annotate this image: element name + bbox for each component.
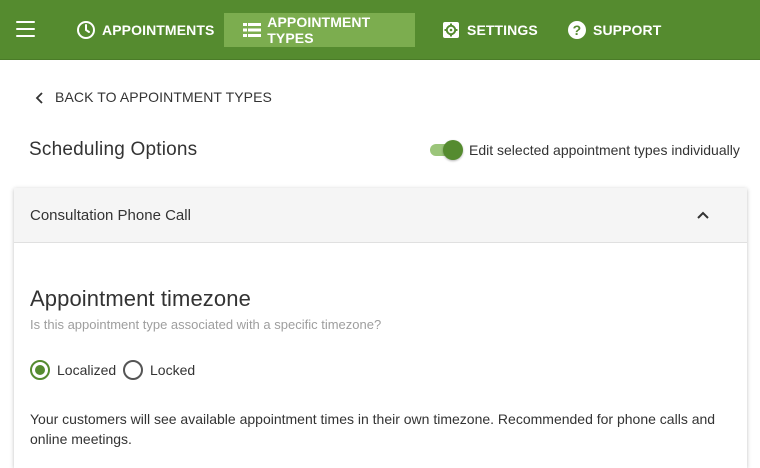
nav-item-settings[interactable]: SETTINGS (441, 13, 538, 47)
card-title: Consultation Phone Call (30, 207, 191, 224)
nav-item-label: SETTINGS (467, 22, 538, 38)
chevron-left-icon (34, 91, 46, 104)
radio-label: Locked (150, 362, 196, 378)
nav-item-appointment-types[interactable]: APPOINTMENT TYPES (224, 13, 415, 47)
toggle-thumb (443, 140, 463, 160)
toggle-label: Edit selected appointment types individu… (469, 142, 740, 158)
timezone-description: Your customers will see available appoin… (30, 411, 716, 447)
gear-icon (441, 20, 461, 40)
radio-circle (123, 360, 143, 380)
radio-circle (30, 360, 50, 380)
timezone-section-title: Appointment timezone (30, 286, 251, 311)
top-nav-bar: APPOINTMENTS APPOINTMENT TYPES SETTINGS … (0, 0, 760, 60)
clock-icon (76, 20, 96, 40)
edit-individually-toggle[interactable] (430, 140, 464, 160)
appointment-type-card: Consultation Phone Call Appointment time… (14, 188, 747, 468)
nav-item-label: SUPPORT (593, 22, 662, 38)
radio-locked[interactable]: Locked (123, 360, 195, 380)
hamburger-menu-icon[interactable] (16, 21, 35, 37)
timezone-section-subtitle: Is this appointment type associated with… (30, 317, 382, 332)
nav-item-support[interactable]: ? SUPPORT (567, 13, 661, 47)
help-icon: ? (567, 20, 587, 40)
back-to-appointment-types-link[interactable]: BACK TO APPOINTMENT TYPES (34, 89, 272, 105)
radio-label: Localized (57, 362, 117, 378)
back-link-label: BACK TO APPOINTMENT TYPES (55, 89, 272, 105)
nav-item-appointments[interactable]: APPOINTMENTS (76, 13, 214, 47)
nav-item-label: APPOINTMENTS (102, 22, 215, 38)
radio-localized[interactable]: Localized (30, 360, 116, 380)
list-icon (242, 20, 261, 40)
card-header[interactable]: Consultation Phone Call (14, 188, 747, 243)
chevron-up-icon[interactable] (696, 208, 710, 222)
nav-item-label: APPOINTMENT TYPES (267, 14, 371, 46)
scheduling-options-title: Scheduling Options (29, 139, 198, 160)
svg-text:?: ? (573, 22, 582, 38)
